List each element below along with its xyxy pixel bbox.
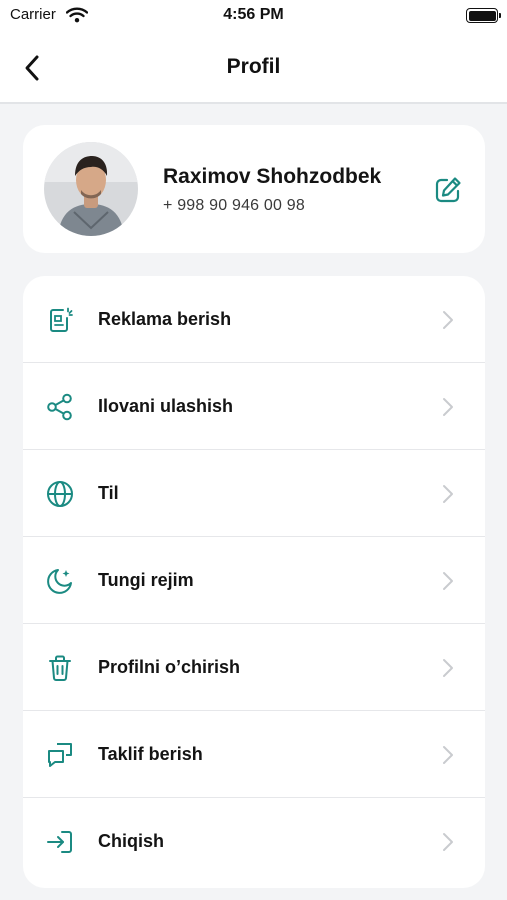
chevron-right-icon (443, 833, 453, 851)
chevron-right-icon (443, 398, 453, 416)
menu-item-label: Taklif berish (98, 744, 203, 764)
chevron-right-icon (443, 659, 453, 677)
menu-item-share-app[interactable]: Ilovani ulashish (23, 363, 485, 450)
chevron-right-icon (443, 311, 453, 329)
chevron-right-icon (443, 572, 453, 590)
status-bar: Carrier 4:56 PM (0, 0, 507, 32)
menu-item-language[interactable]: Til (23, 450, 485, 537)
edit-profile-icon[interactable] (433, 175, 463, 205)
menu-item-logout[interactable]: Chiqish (23, 798, 485, 885)
menu-item-label: Ilovani ulashish (98, 396, 234, 416)
menu-item-feedback[interactable]: Taklif berish (23, 711, 485, 798)
menu-item-label: Reklama berish (98, 309, 232, 329)
battery-icon (466, 8, 501, 23)
logout-icon (47, 831, 72, 853)
menu-item-label: Til (98, 483, 119, 503)
share-icon (47, 393, 72, 421)
user-name: Raximov Shohzodbek (163, 165, 382, 188)
user-phone: + 998 90 946 00 98 (163, 197, 305, 214)
menu-item-label: Profilni o’chirish (98, 657, 241, 677)
menu-item-night-mode[interactable]: Tungi rejim (23, 537, 485, 624)
settings-menu: Reklama berish Ilovani ulashish Til Tung… (23, 276, 485, 888)
advertise-icon (50, 307, 73, 332)
menu-item-label: Tungi rejim (98, 570, 194, 590)
profile-card[interactable]: Raximov Shohzodbek + 998 90 946 00 98 (23, 125, 485, 253)
menu-item-advertise[interactable]: Reklama berish (23, 276, 485, 363)
moon-icon (47, 569, 72, 594)
navigation-bar: Profil (0, 32, 507, 104)
avatar (44, 142, 138, 236)
trash-icon (49, 655, 71, 681)
globe-icon (47, 481, 73, 507)
menu-item-delete-profile[interactable]: Profilni o’chirish (23, 624, 485, 711)
chevron-right-icon (443, 746, 453, 764)
menu-item-label: Chiqish (98, 831, 164, 851)
feedback-icon (48, 743, 72, 767)
clock: 4:56 PM (223, 6, 284, 23)
chevron-right-icon (443, 485, 453, 503)
page-title: Profil (226, 55, 281, 78)
